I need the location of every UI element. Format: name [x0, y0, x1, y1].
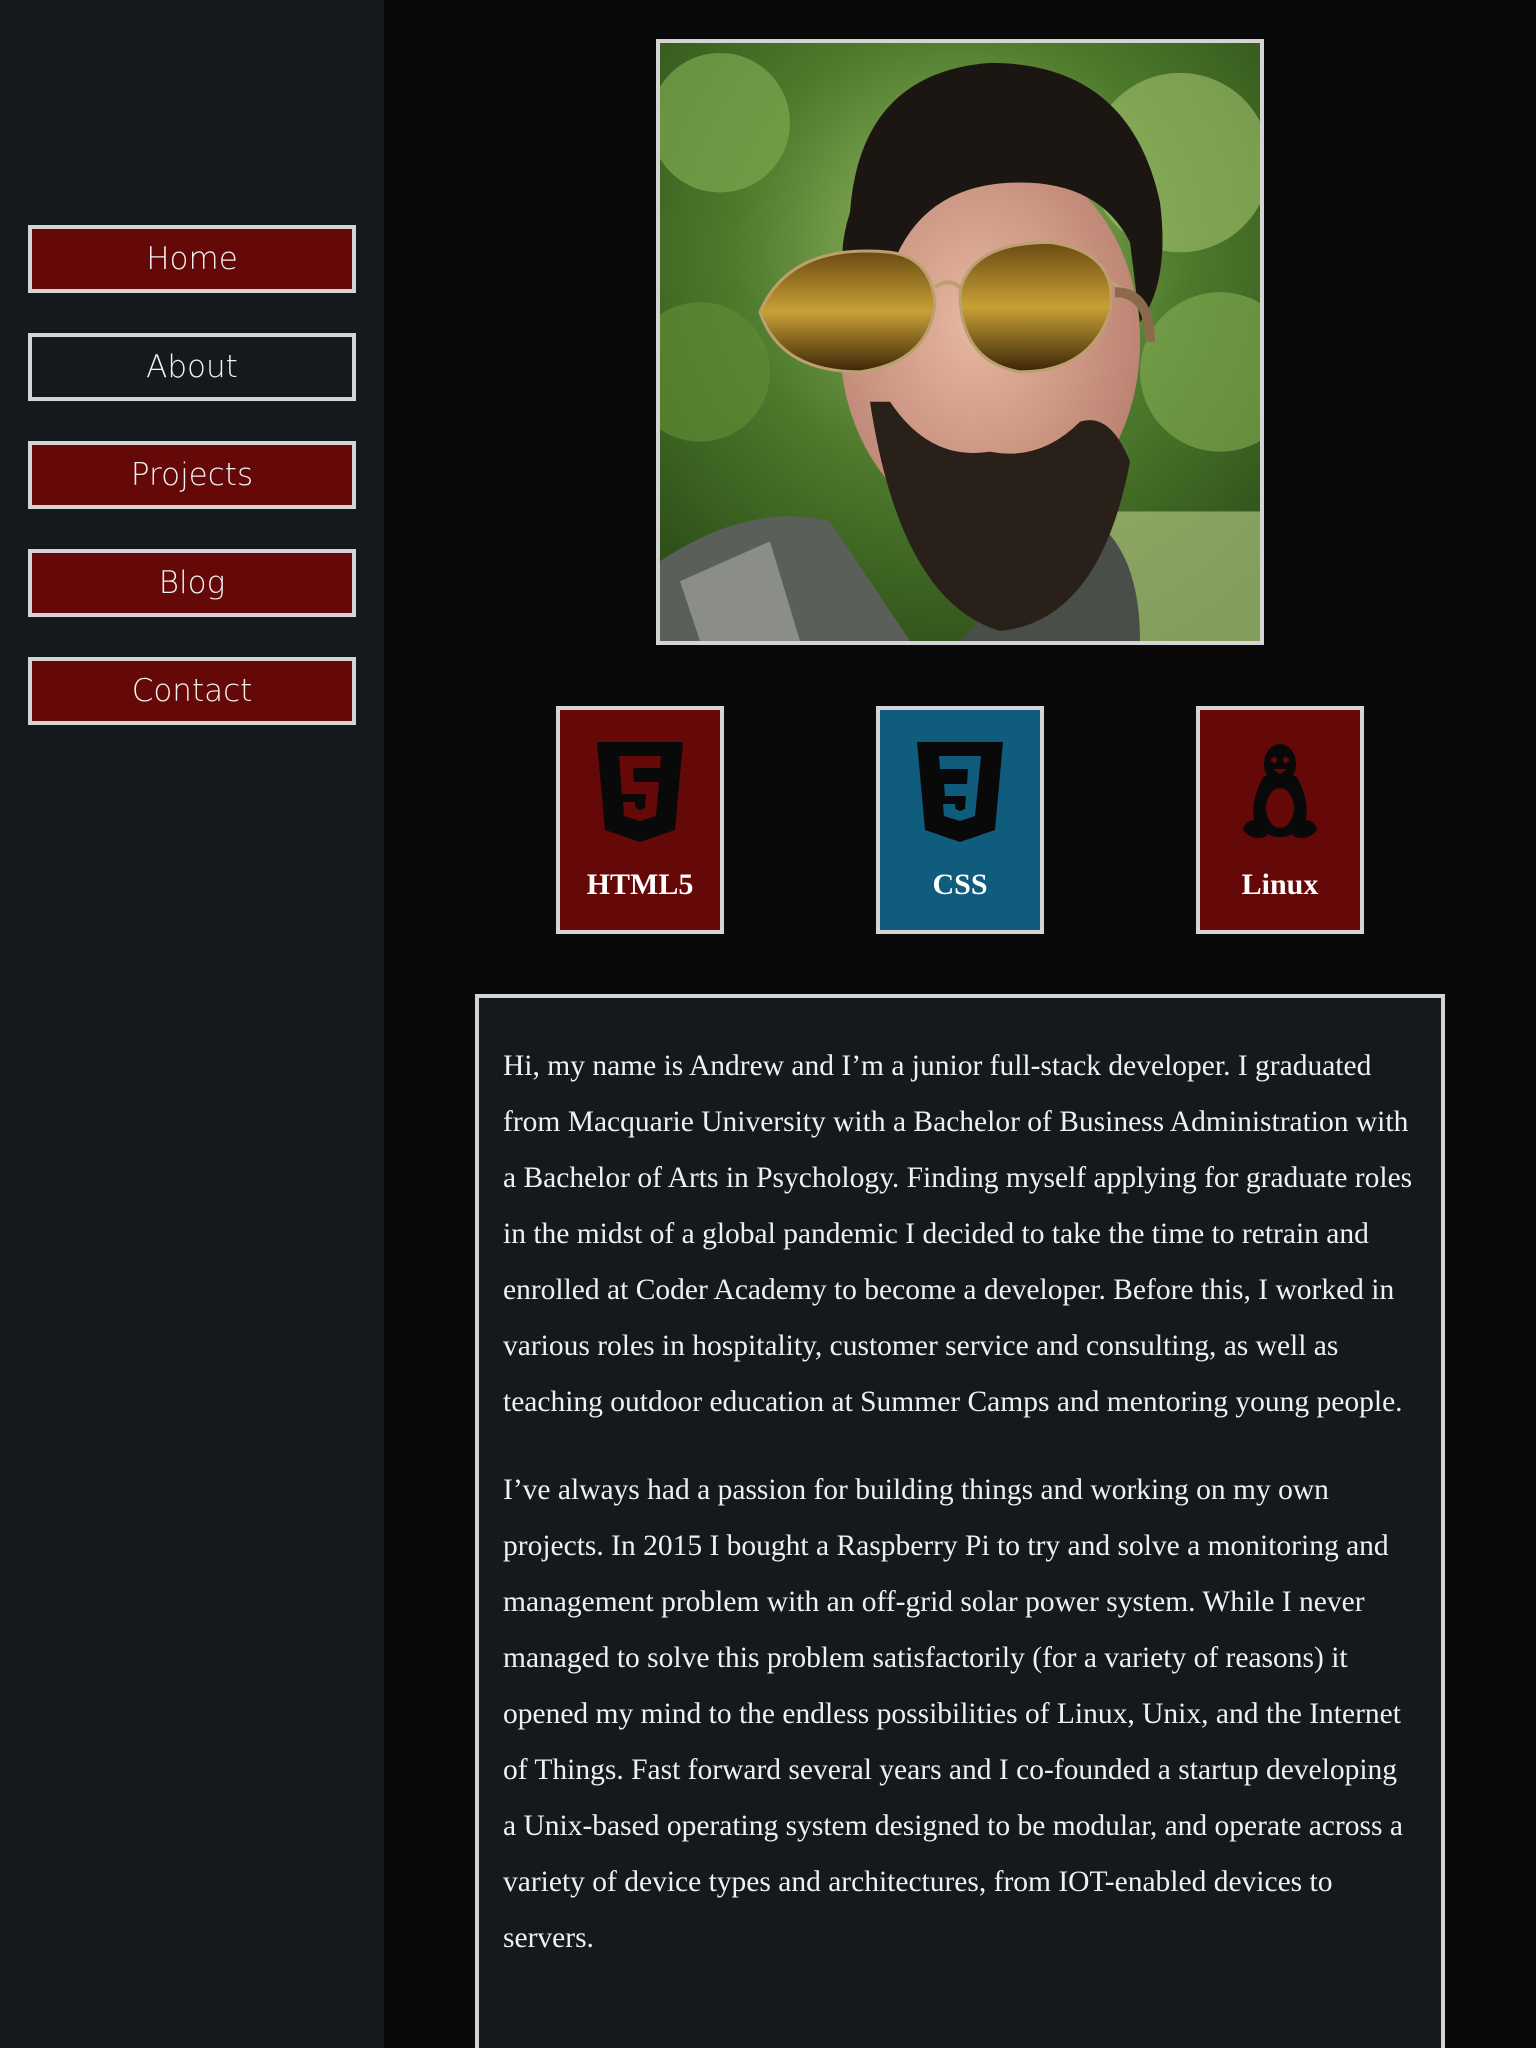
nav-projects-button[interactable]: Projects [28, 441, 356, 509]
skill-label-css: CSS [932, 868, 988, 901]
skill-label-html5: HTML5 [586, 868, 694, 901]
nav-blog-button[interactable]: Blog [28, 549, 356, 617]
about-section: Hi, my name is Andrew and I’m a junior f… [475, 994, 1445, 2048]
nav-contact-button[interactable]: Contact [28, 657, 356, 725]
css3-icon [914, 738, 1006, 846]
nav-about-button[interactable]: About [28, 333, 356, 401]
skill-card-linux: Linux [1196, 706, 1364, 934]
skill-card-css: CSS [876, 706, 1044, 934]
skill-label-linux: Linux [1241, 868, 1319, 901]
profile-photo [656, 39, 1264, 645]
skill-card-html5: HTML5 [556, 706, 724, 934]
linux-tux-icon [1234, 738, 1326, 846]
about-paragraph: I’ve always had a passion for building t… [503, 1474, 1403, 1954]
sidebar: Home About Projects Blog Contact [0, 0, 384, 2048]
nav-home-button[interactable]: Home [28, 225, 356, 293]
portrait-photo [660, 43, 1260, 641]
html5-icon [594, 738, 686, 846]
about-paragraph: Hi, my name is Andrew and I’m a junior f… [503, 1050, 1413, 1418]
